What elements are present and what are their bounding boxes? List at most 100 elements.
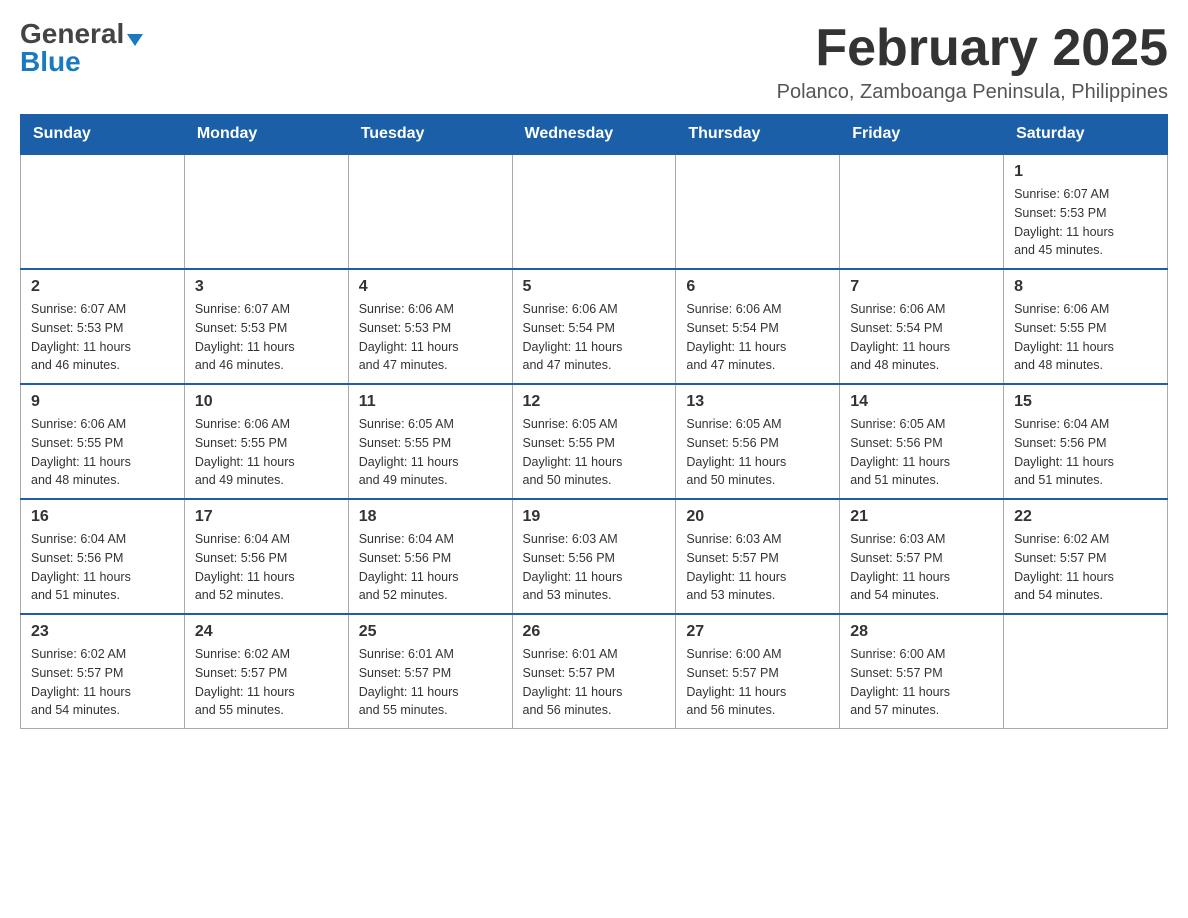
day-number: 3	[195, 278, 338, 296]
day-number: 11	[359, 393, 502, 411]
calendar-cell: 28Sunrise: 6:00 AM Sunset: 5:57 PM Dayli…	[840, 614, 1004, 729]
day-number: 25	[359, 623, 502, 641]
calendar-cell: 5 Sunrise: 6:06 AM Sunset: 5:54 PM Daylig…	[512, 269, 676, 384]
calendar-cell: 11 Sunrise: 6:05 AM Sunset: 5:55 PM Dayli…	[348, 384, 512, 499]
day-number: 20	[686, 508, 829, 526]
day-info: Sunrise: 6:06 AM Sunset: 5:54 PM Dayligh…	[686, 300, 829, 375]
calendar-cell	[21, 154, 185, 269]
day-number: 13	[686, 393, 829, 411]
calendar-cell: 24 Sunrise: 6:02 AM Sunset: 5:57 PM Dayli…	[184, 614, 348, 729]
day-number: 1	[1014, 163, 1157, 181]
day-info: Sunrise: 6:07 AM Sunset: 5:53 PM Dayligh…	[1014, 185, 1157, 260]
calendar-cell: 4 Sunrise: 6:06 AM Sunset: 5:53 PM Daylig…	[348, 269, 512, 384]
calendar-cell	[1004, 614, 1168, 729]
day-number: 8	[1014, 278, 1157, 296]
calendar-cell	[840, 154, 1004, 269]
col-tuesday: Tuesday	[348, 115, 512, 155]
calendar-cell: 14 Sunrise: 6:05 AM Sunset: 5:56 PM Dayli…	[840, 384, 1004, 499]
day-info: Sunrise: 6:04 AM Sunset: 5:56 PM Dayligh…	[1014, 415, 1157, 490]
day-info: Sunrise: 6:05 AM Sunset: 5:56 PM Dayligh…	[686, 415, 829, 490]
calendar-cell: 1 Sunrise: 6:07 AM Sunset: 5:53 PM Daylig…	[1004, 154, 1168, 269]
calendar-cell: 25 Sunrise: 6:01 AM Sunset: 5:57 PM Dayli…	[348, 614, 512, 729]
month-title: February 2025	[777, 20, 1168, 77]
day-info: Sunrise: 6:05 AM Sunset: 5:55 PM Dayligh…	[359, 415, 502, 490]
calendar-cell: 2Sunrise: 6:07 AM Sunset: 5:53 PM Daylig…	[21, 269, 185, 384]
calendar-cell: 12 Sunrise: 6:05 AM Sunset: 5:55 PM Dayli…	[512, 384, 676, 499]
day-number: 22	[1014, 508, 1157, 526]
calendar-cell: 20 Sunrise: 6:03 AM Sunset: 5:57 PM Dayli…	[676, 499, 840, 614]
day-number: 26	[523, 623, 666, 641]
day-info: Sunrise: 6:00 AM Sunset: 5:57 PM Dayligh…	[850, 645, 993, 720]
day-number: 12	[523, 393, 666, 411]
day-info: Sunrise: 6:01 AM Sunset: 5:57 PM Dayligh…	[523, 645, 666, 720]
day-number: 5	[523, 278, 666, 296]
calendar-cell: 3 Sunrise: 6:07 AM Sunset: 5:53 PM Daylig…	[184, 269, 348, 384]
calendar-header-row: Sunday Monday Tuesday Wednesday Thursday…	[21, 115, 1168, 155]
day-number: 9	[31, 393, 174, 411]
day-number: 16	[31, 508, 174, 526]
calendar-cell: 10 Sunrise: 6:06 AM Sunset: 5:55 PM Dayli…	[184, 384, 348, 499]
calendar-cell: 21 Sunrise: 6:03 AM Sunset: 5:57 PM Dayli…	[840, 499, 1004, 614]
col-thursday: Thursday	[676, 115, 840, 155]
week-row-3: 9 Sunrise: 6:06 AM Sunset: 5:55 PM Daylig…	[21, 384, 1168, 499]
calendar-cell: 7 Sunrise: 6:06 AM Sunset: 5:54 PM Daylig…	[840, 269, 1004, 384]
day-number: 19	[523, 508, 666, 526]
day-info: Sunrise: 6:02 AM Sunset: 5:57 PM Dayligh…	[195, 645, 338, 720]
logo-triangle-icon	[127, 34, 143, 46]
location-title: Polanco, Zamboanga Peninsula, Philippine…	[777, 81, 1168, 104]
calendar-cell: 18 Sunrise: 6:04 AM Sunset: 5:56 PM Dayli…	[348, 499, 512, 614]
day-info: Sunrise: 6:03 AM Sunset: 5:57 PM Dayligh…	[686, 530, 829, 605]
day-info: Sunrise: 6:06 AM Sunset: 5:54 PM Dayligh…	[850, 300, 993, 375]
calendar-cell: 26 Sunrise: 6:01 AM Sunset: 5:57 PM Dayli…	[512, 614, 676, 729]
day-number: 23	[31, 623, 174, 641]
day-info: Sunrise: 6:06 AM Sunset: 5:54 PM Dayligh…	[523, 300, 666, 375]
logo-line2: Blue	[20, 48, 81, 76]
calendar-cell	[676, 154, 840, 269]
week-row-1: 1 Sunrise: 6:07 AM Sunset: 5:53 PM Daylig…	[21, 154, 1168, 269]
day-number: 24	[195, 623, 338, 641]
page-header: General Blue February 2025 Polanco, Zamb…	[20, 20, 1168, 104]
col-wednesday: Wednesday	[512, 115, 676, 155]
day-info: Sunrise: 6:05 AM Sunset: 5:55 PM Dayligh…	[523, 415, 666, 490]
day-info: Sunrise: 6:04 AM Sunset: 5:56 PM Dayligh…	[359, 530, 502, 605]
day-number: 7	[850, 278, 993, 296]
calendar-cell: 23 Sunrise: 6:02 AM Sunset: 5:57 PM Dayli…	[21, 614, 185, 729]
calendar-cell: 17 Sunrise: 6:04 AM Sunset: 5:56 PM Dayli…	[184, 499, 348, 614]
day-info: Sunrise: 6:02 AM Sunset: 5:57 PM Dayligh…	[31, 645, 174, 720]
calendar-cell: 22 Sunrise: 6:02 AM Sunset: 5:57 PM Dayli…	[1004, 499, 1168, 614]
calendar-cell	[512, 154, 676, 269]
calendar-cell: 8 Sunrise: 6:06 AM Sunset: 5:55 PM Daylig…	[1004, 269, 1168, 384]
day-info: Sunrise: 6:01 AM Sunset: 5:57 PM Dayligh…	[359, 645, 502, 720]
day-info: Sunrise: 6:03 AM Sunset: 5:57 PM Dayligh…	[850, 530, 993, 605]
day-number: 4	[359, 278, 502, 296]
day-number: 10	[195, 393, 338, 411]
day-number: 21	[850, 508, 993, 526]
day-info: Sunrise: 6:07 AM Sunset: 5:53 PM Dayligh…	[195, 300, 338, 375]
day-number: 18	[359, 508, 502, 526]
calendar-cell: 15Sunrise: 6:04 AM Sunset: 5:56 PM Dayli…	[1004, 384, 1168, 499]
day-info: Sunrise: 6:05 AM Sunset: 5:56 PM Dayligh…	[850, 415, 993, 490]
week-row-2: 2Sunrise: 6:07 AM Sunset: 5:53 PM Daylig…	[21, 269, 1168, 384]
day-info: Sunrise: 6:03 AM Sunset: 5:56 PM Dayligh…	[523, 530, 666, 605]
col-saturday: Saturday	[1004, 115, 1168, 155]
day-info: Sunrise: 6:02 AM Sunset: 5:57 PM Dayligh…	[1014, 530, 1157, 605]
calendar-cell: 6 Sunrise: 6:06 AM Sunset: 5:54 PM Daylig…	[676, 269, 840, 384]
calendar-cell: 9Sunrise: 6:06 AM Sunset: 5:55 PM Daylig…	[21, 384, 185, 499]
calendar-cell: 19 Sunrise: 6:03 AM Sunset: 5:56 PM Dayli…	[512, 499, 676, 614]
calendar-cell: 16 Sunrise: 6:04 AM Sunset: 5:56 PM Dayli…	[21, 499, 185, 614]
calendar-cell	[348, 154, 512, 269]
logo: General Blue	[20, 20, 143, 76]
day-info: Sunrise: 6:06 AM Sunset: 5:53 PM Dayligh…	[359, 300, 502, 375]
calendar-table: Sunday Monday Tuesday Wednesday Thursday…	[20, 114, 1168, 729]
day-number: 14	[850, 393, 993, 411]
calendar-cell: 27Sunrise: 6:00 AM Sunset: 5:57 PM Dayli…	[676, 614, 840, 729]
day-number: 17	[195, 508, 338, 526]
day-number: 6	[686, 278, 829, 296]
calendar-cell: 13 Sunrise: 6:05 AM Sunset: 5:56 PM Dayli…	[676, 384, 840, 499]
day-info: Sunrise: 6:04 AM Sunset: 5:56 PM Dayligh…	[195, 530, 338, 605]
week-row-4: 16 Sunrise: 6:04 AM Sunset: 5:56 PM Dayli…	[21, 499, 1168, 614]
day-info: Sunrise: 6:04 AM Sunset: 5:56 PM Dayligh…	[31, 530, 174, 605]
day-info: Sunrise: 6:06 AM Sunset: 5:55 PM Dayligh…	[195, 415, 338, 490]
day-info: Sunrise: 6:06 AM Sunset: 5:55 PM Dayligh…	[1014, 300, 1157, 375]
week-row-5: 23 Sunrise: 6:02 AM Sunset: 5:57 PM Dayli…	[21, 614, 1168, 729]
